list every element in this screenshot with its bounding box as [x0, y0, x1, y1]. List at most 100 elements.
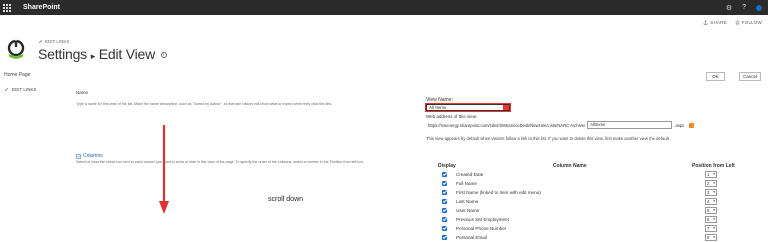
position-value: 5: [707, 208, 710, 213]
column-name: Personal Phone Number: [456, 226, 507, 231]
chevron-down-icon: ▾: [713, 199, 715, 203]
help-icon[interactable]: ?: [742, 4, 746, 11]
table-row: User Name 5 ▾: [440, 207, 740, 215]
page-actions: SHARE FOLLOW: [703, 20, 762, 25]
app-launcher-icon[interactable]: [3, 3, 15, 12]
position-value: 4: [707, 199, 710, 204]
position-select[interactable]: 7 ▾: [705, 225, 717, 232]
chevron-down-icon: ▾: [713, 181, 715, 185]
chevron-down-icon: ▾: [713, 208, 715, 212]
columns-title-label: Columns: [83, 153, 103, 159]
nav-item-label: EDIT LINKS: [12, 87, 37, 92]
position-value: 2: [707, 181, 710, 186]
follow-button[interactable]: FOLLOW: [734, 20, 762, 25]
ok-button[interactable]: OK: [706, 72, 725, 81]
position-column-header: Position from Left: [692, 163, 735, 169]
share-label: SHARE: [710, 20, 727, 25]
share-icon: [704, 20, 708, 25]
display-checkbox[interactable]: [442, 217, 447, 222]
site-logo-icon[interactable]: [5, 37, 27, 59]
position-value: 7: [707, 226, 710, 231]
name-section-label: Name: [76, 90, 89, 95]
chevron-down-icon: ▾: [713, 226, 715, 230]
chevron-down-icon: ▾: [713, 172, 715, 176]
chevron-down-icon: ▾: [713, 217, 715, 221]
pencil-icon: [5, 88, 8, 91]
web-address-label: Web address of this view:: [426, 114, 478, 119]
table-row: First Name (linked to item with edit men…: [440, 189, 740, 197]
nav-item-home[interactable]: Home Page: [4, 72, 36, 78]
name-section-description: Type a name for this view of the list. M…: [76, 102, 333, 106]
column-name: Previous SM Employment: [456, 217, 509, 222]
column-name: First Name (linked to item with edit men…: [456, 190, 541, 195]
column-name: User Name: [456, 208, 480, 213]
brand-name[interactable]: SharePoint: [23, 4, 60, 11]
suite-bar: SharePoint ⚙ ?: [0, 0, 768, 15]
position-value: 8: [707, 235, 710, 240]
display-checkbox[interactable]: [442, 199, 447, 204]
position-select[interactable]: 6 ▾: [705, 216, 717, 223]
table-row: Previous SM Employment 6 ▾: [440, 216, 740, 224]
display-checkbox[interactable]: [442, 226, 447, 231]
rss-icon[interactable]: [689, 122, 695, 128]
position-value: 3: [707, 190, 710, 195]
text-cursor-highlight: [503, 105, 509, 110]
chevron-down-icon: ▾: [713, 190, 715, 194]
view-name-label: View Name:: [426, 97, 453, 103]
table-row: Full Name 2 ▾: [440, 180, 740, 188]
position-select[interactable]: 4 ▾: [705, 198, 717, 205]
url-suffix: .aspx: [674, 122, 685, 128]
position-value: 1: [707, 172, 710, 177]
cancel-button[interactable]: Cancel: [739, 72, 761, 81]
table-row: Created Date 1 ▾: [440, 171, 740, 179]
web-address-row: https://smenergy.sharepoint.com/sites/SM…: [428, 121, 695, 129]
info-icon[interactable]: i: [160, 52, 167, 59]
collapse-icon: [76, 153, 81, 159]
view-name-value: All Items: [429, 105, 447, 110]
follow-label: FOLLOW: [741, 20, 762, 25]
left-navigation: Home Page EDIT LINKS: [4, 72, 36, 101]
position-select[interactable]: 2 ▾: [705, 180, 717, 187]
display-checkbox[interactable]: [442, 181, 447, 186]
url-prefix: https://smenergy.sharepoint.com/sites/SM…: [428, 122, 586, 128]
column-name: Full Name: [456, 181, 477, 186]
table-row: Personal Phone Number 7 ▾: [440, 225, 740, 233]
page-title: Settings ▸ Edit View i: [38, 46, 167, 62]
nav-item-edit-links[interactable]: EDIT LINKS: [4, 87, 36, 92]
share-button[interactable]: SHARE: [703, 20, 727, 25]
url-input[interactable]: AllItems: [587, 121, 673, 129]
pencil-icon: [39, 40, 42, 43]
column-name: Created Date: [456, 172, 484, 177]
title-settings-link[interactable]: Settings: [38, 46, 87, 62]
column-name: Personal Email: [456, 235, 487, 240]
table-row: Personal Email 8 ▾: [440, 234, 740, 242]
position-select[interactable]: 3 ▾: [705, 189, 717, 196]
avatar[interactable]: [756, 4, 762, 11]
position-select[interactable]: 8 ▾: [705, 234, 717, 241]
display-checkbox[interactable]: [442, 208, 447, 213]
edit-links-label: EDIT LINKS: [45, 39, 70, 44]
suite-right: ⚙ ?: [726, 4, 762, 12]
nav-item-label: Home Page: [4, 72, 31, 78]
star-icon: [734, 20, 740, 25]
position-value: 6: [707, 217, 710, 222]
title-edit-view: Edit View: [98, 46, 156, 62]
gear-icon[interactable]: ⚙: [726, 4, 732, 12]
chevron-down-icon: ▾: [713, 235, 715, 239]
view-name-input[interactable]: All Items: [425, 103, 511, 112]
scroll-arrow-annotation: [159, 125, 169, 214]
column-name: Last Name: [456, 199, 479, 204]
display-column-header: Display: [438, 163, 456, 169]
display-checkbox[interactable]: [442, 235, 447, 240]
edit-links-header[interactable]: EDIT LINKS: [38, 39, 69, 44]
scroll-down-note: scroll down: [268, 196, 304, 203]
columns-section-title[interactable]: Columns: [76, 153, 103, 159]
column-name-header: Column Name: [553, 163, 587, 169]
display-checkbox[interactable]: [442, 190, 447, 195]
table-row: Last Name 4 ▾: [440, 198, 740, 206]
position-select[interactable]: 1 ▾: [705, 171, 717, 178]
columns-section-description: Select or clear the check box next to ea…: [76, 160, 365, 164]
display-checkbox[interactable]: [442, 172, 447, 177]
title-separator: ▸: [90, 51, 96, 61]
position-select[interactable]: 5 ▾: [705, 207, 717, 214]
